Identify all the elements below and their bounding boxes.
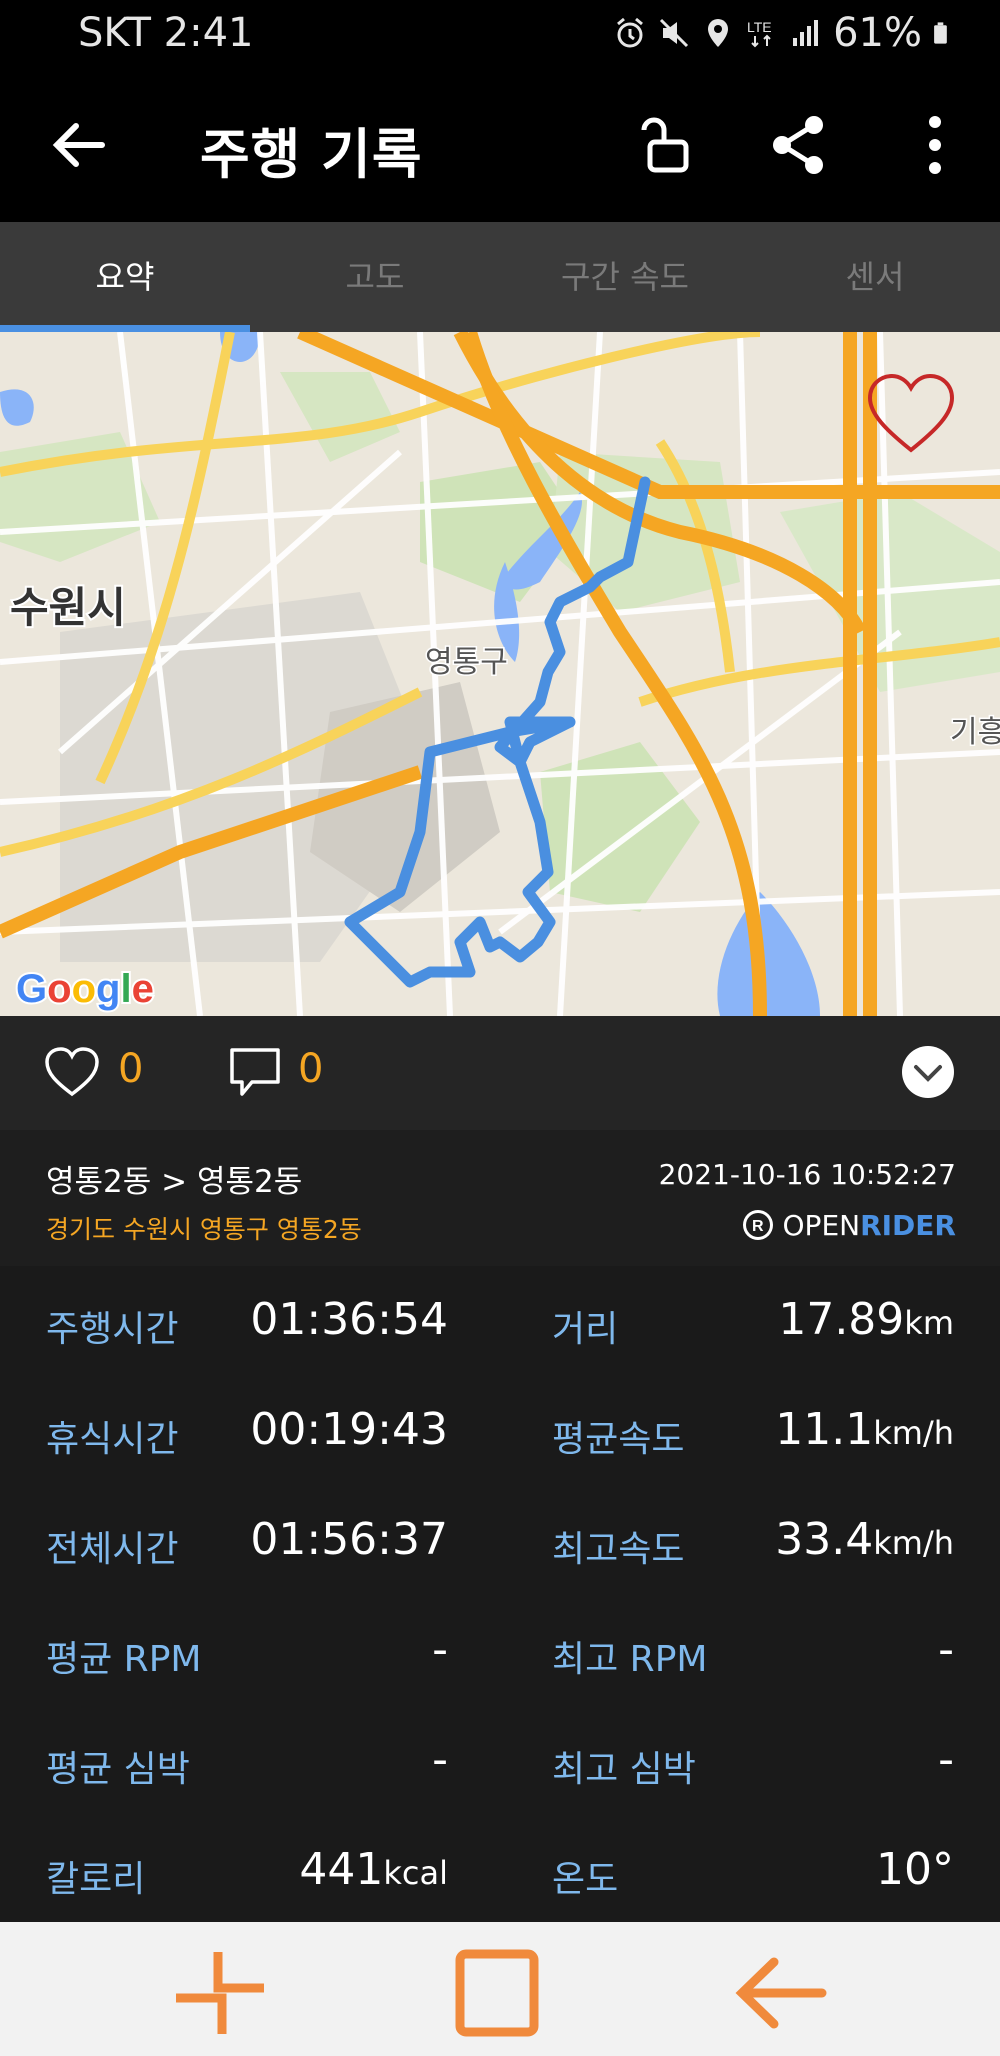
- stats-panel: 주행시간 01:36:54 거리 17.89km 휴식시간 00:19:43 평…: [0, 1266, 1000, 1922]
- stat-row: 칼로리 441kcal 온도 10°: [0, 1816, 1000, 1926]
- map-canvas: 수원시 영통구 기흥 Google: [0, 332, 1000, 1016]
- more-vert-icon[interactable]: [900, 110, 970, 180]
- app-bar: 주행 기록: [0, 70, 1000, 222]
- stat-row: 전체시간 01:56:37 최고속도 33.4km/h: [0, 1486, 1000, 1596]
- status-bar: SKT 2:41 LTE 61%: [0, 0, 1000, 70]
- map-label-edge: 기흥: [950, 715, 1000, 750]
- max-rpm-label: 최고 RPM: [552, 1639, 708, 1680]
- stat-row: 휴식시간 00:19:43 평균속도 11.1km/h: [0, 1376, 1000, 1486]
- calories-value: 441kcal: [299, 1844, 448, 1895]
- openrider-logo-icon: R: [742, 1210, 773, 1240]
- share-icon[interactable]: [764, 110, 834, 180]
- comment-icon[interactable]: [226, 1046, 284, 1100]
- battery-icon: [934, 22, 947, 44]
- tab-elevation[interactable]: 고도: [250, 222, 500, 332]
- total-time-label: 전체시간: [46, 1529, 179, 1570]
- total-time-value: 01:56:37: [250, 1514, 448, 1565]
- tab-summary[interactable]: 요약: [0, 222, 250, 332]
- battery-text: 61%: [833, 10, 922, 56]
- svg-text:LTE: LTE: [747, 19, 772, 35]
- openrider-logo: R OPEN RIDER: [741, 1208, 956, 1242]
- stat-row: 주행시간 01:36:54 거리 17.89km: [0, 1266, 1000, 1376]
- unlock-icon[interactable]: [632, 110, 702, 180]
- riding-time-label: 주행시간: [46, 1309, 179, 1350]
- map-label-district: 영통구: [425, 645, 508, 680]
- address-text: 경기도 수원시 영통구 영통2동: [46, 1215, 362, 1244]
- max-hr-value: -: [938, 1734, 954, 1785]
- back-arrow-icon[interactable]: [44, 110, 114, 180]
- tab-indicator: [0, 325, 250, 332]
- avg-hr-value: -: [432, 1734, 448, 1785]
- signal-icon: [793, 20, 819, 46]
- comment-count: 0: [298, 1046, 324, 1092]
- max-speed-label: 최고속도: [552, 1529, 685, 1570]
- ride-datetime: 2021-10-16 10:52:27: [658, 1158, 956, 1191]
- max-hr-label: 최고 심박: [552, 1749, 696, 1790]
- tab-section-speed[interactable]: 구간 속도: [500, 222, 750, 332]
- tab-sensor[interactable]: 센서: [750, 222, 1000, 332]
- location-icon: [708, 19, 729, 47]
- calories-label: 칼로리: [46, 1859, 146, 1900]
- social-bar: 0 0: [0, 1016, 1000, 1130]
- stat-row: 평균 RPM - 최고 RPM -: [0, 1596, 1000, 1706]
- map-label-city: 수원시: [10, 583, 126, 632]
- tab-bar: 요약 고도 구간 속도 센서: [0, 222, 1000, 332]
- brand-open: OPEN: [782, 1208, 861, 1242]
- max-rpm-value: -: [938, 1624, 954, 1675]
- heart-favorite-icon[interactable]: [866, 372, 956, 456]
- like-heart-icon[interactable]: [44, 1046, 100, 1098]
- home-icon[interactable]: [450, 1948, 550, 2038]
- lte-icon: LTE: [747, 19, 772, 48]
- temperature-label: 온도: [552, 1859, 619, 1900]
- chevron-down-icon[interactable]: [900, 1044, 956, 1100]
- status-icons: LTE 61%: [613, 10, 956, 56]
- stat-row: 평균 심박 - 최고 심박 -: [0, 1706, 1000, 1816]
- system-nav-bar: [0, 1922, 1000, 2056]
- distance-label: 거리: [552, 1309, 619, 1350]
- page-title: 주행 기록: [200, 123, 423, 186]
- recent-apps-icon[interactable]: [170, 1948, 270, 2038]
- route-text: 영통2동 > 영통2동: [46, 1164, 303, 1200]
- max-speed-value: 33.4km/h: [775, 1514, 954, 1565]
- ride-info-bar: 영통2동 > 영통2동 경기도 수원시 영통구 영통2동 2021-10-16 …: [0, 1130, 1000, 1266]
- brand-rider: RIDER: [860, 1208, 956, 1242]
- svg-text:R: R: [752, 1218, 764, 1235]
- rest-time-value: 00:19:43: [250, 1404, 448, 1455]
- rest-time-label: 휴식시간: [46, 1419, 179, 1460]
- google-logo: Google: [16, 967, 154, 1011]
- route-map[interactable]: 수원시 영통구 기흥 Google: [0, 332, 1000, 1016]
- avg-speed-value: 11.1km/h: [775, 1404, 954, 1455]
- avg-hr-label: 평균 심박: [46, 1749, 190, 1790]
- temperature-value: 10°: [876, 1844, 954, 1895]
- like-count: 0: [118, 1046, 144, 1092]
- avg-speed-label: 평균속도: [552, 1419, 685, 1460]
- back-icon[interactable]: [730, 1948, 830, 2038]
- status-time: SKT 2:41: [78, 10, 254, 56]
- avg-rpm-label: 평균 RPM: [46, 1639, 202, 1680]
- mute-icon: [660, 18, 689, 48]
- distance-value: 17.89km: [778, 1294, 954, 1345]
- alarm-icon: [617, 17, 644, 48]
- riding-time-value: 01:36:54: [250, 1294, 448, 1345]
- avg-rpm-value: -: [432, 1624, 448, 1675]
